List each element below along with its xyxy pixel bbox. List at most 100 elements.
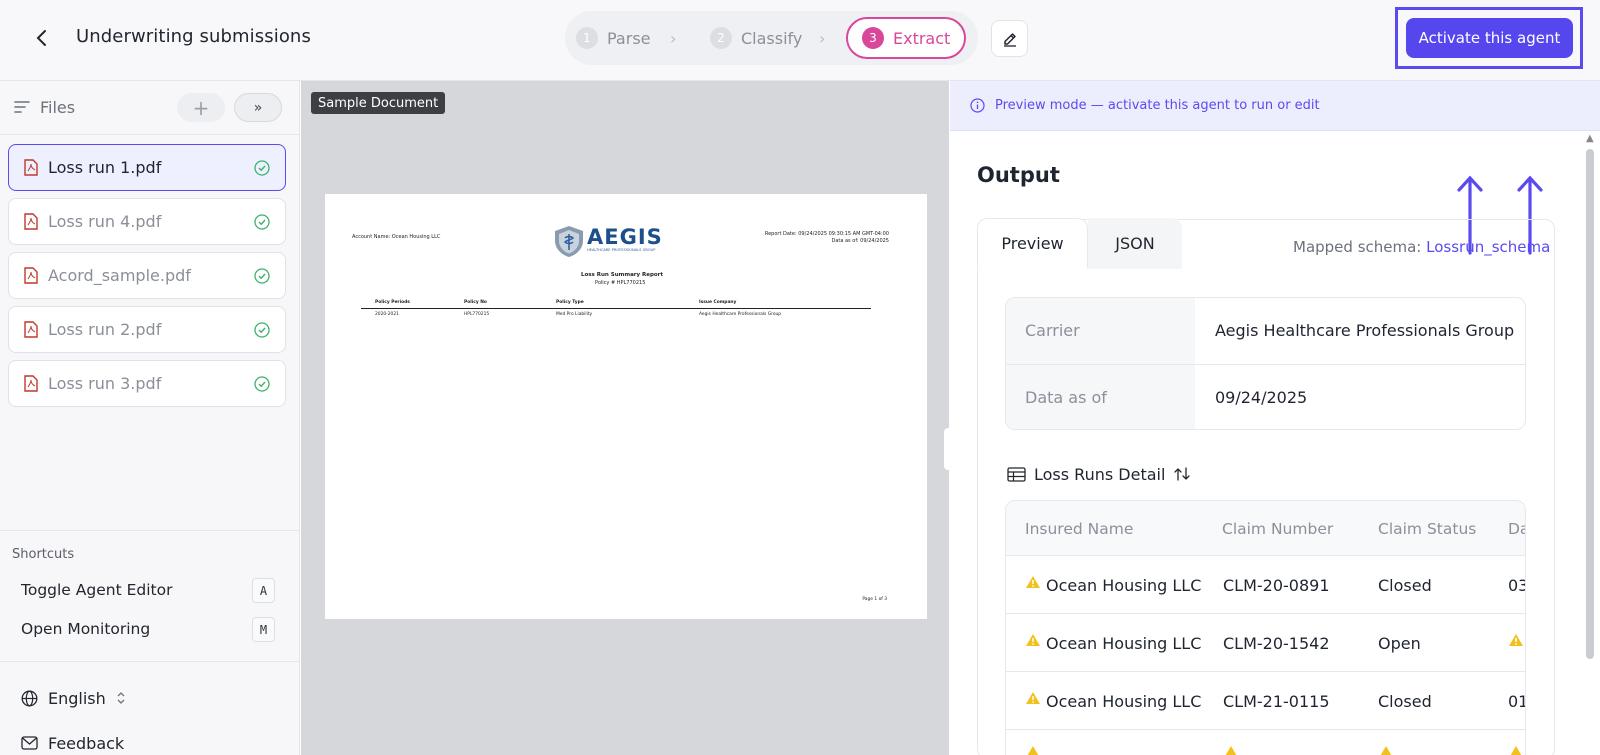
doc-table-rule: [361, 308, 871, 309]
check-circle-icon: [254, 322, 270, 338]
file-name: Loss run 3.pdf: [48, 374, 162, 393]
doc-account-name: Account Name: Ocean Housing LLC: [352, 234, 441, 240]
pencil-icon: [1003, 32, 1016, 47]
doc-report-title: Loss Run Summary Report: [581, 272, 664, 278]
schema-link[interactable]: Lossrun_schema: [1426, 238, 1550, 256]
doc-td: 2020-2021: [375, 312, 399, 317]
doc-data-as-of: Data as of: 09/24/2025: [831, 238, 889, 244]
field-value[interactable]: 09/24/2025: [1215, 388, 1307, 407]
table-row[interactable]: Ocean Housing LLC CLM-20-1542 Open: [1006, 614, 1525, 672]
table-row[interactable]: Ocean Housing LLC CLM-21-0115 Closed 01: [1006, 672, 1525, 730]
loss-runs-detail-header: Loss Runs Detail: [1007, 464, 1191, 484]
output-panel: Preview mode — activate this agent to ru…: [950, 81, 1600, 755]
pdf-file-icon: [24, 321, 38, 338]
activate-agent-button[interactable]: Activate this agent: [1406, 18, 1573, 58]
doc-logo-sub: HEALTHCARE PROFESSIONALS GROUP: [587, 248, 656, 252]
step-number: 2: [710, 27, 732, 49]
step-label: Extract: [893, 28, 951, 48]
doc-logo-text: AEGIS: [587, 225, 663, 249]
shortcut-toggle-agent-editor[interactable]: Toggle Agent Editor A: [21, 578, 275, 604]
output-title: Output: [977, 163, 1060, 187]
field-value[interactable]: Aegis Healthcare Professionals Group: [1215, 321, 1514, 340]
loss-runs-detail-title: Loss Runs Detail: [1034, 464, 1166, 484]
warning-icon: [1026, 634, 1040, 646]
cell-insured: Ocean Housing LLC: [1046, 634, 1202, 653]
file-item[interactable]: Loss run 4.pdf: [8, 198, 286, 245]
top-bar: Underwriting submissions 1 Parse › 2 Cla…: [0, 0, 1600, 81]
loss-runs-table: Insured Name Claim Number Claim Status D…: [1005, 500, 1526, 755]
doc-report-date: Report Date: 09/24/2025 09:30:15 AM GMT-…: [764, 231, 889, 237]
chevron-right-icon: ›: [670, 29, 677, 48]
shortcut-key: M: [252, 617, 275, 642]
fields-table: Carrier Aegis Healthcare Professionals G…: [1005, 297, 1526, 430]
check-circle-icon: [254, 268, 270, 284]
swap-arrows-icon[interactable]: [1173, 466, 1191, 482]
shortcuts-title: Shortcuts: [12, 547, 75, 562]
file-item[interactable]: Loss run 2.pdf: [8, 306, 286, 353]
warning-icon: [1509, 634, 1523, 646]
add-file-button[interactable]: +: [177, 93, 225, 122]
file-name: Loss run 1.pdf: [48, 158, 162, 177]
edit-button[interactable]: [991, 20, 1028, 57]
cell-claim: CLM-20-0891: [1223, 576, 1330, 595]
preview-mode-banner: Preview mode — activate this agent to ru…: [950, 81, 1600, 131]
pdf-file-icon: [24, 375, 38, 392]
mapped-schema: Mapped schema: Lossrun_schema: [1293, 238, 1550, 256]
document-tag: Sample Document: [311, 92, 446, 114]
step-number: 1: [576, 27, 598, 49]
doc-policy-line: Policy # HPL770215: [595, 280, 646, 286]
cell-insured: Ocean Housing LLC: [1046, 692, 1202, 711]
mapped-schema-prefix: Mapped schema:: [1293, 238, 1427, 256]
chevron-updown-icon: [117, 692, 125, 704]
column-header[interactable]: Insured Name: [1025, 501, 1133, 556]
column-header[interactable]: Da: [1508, 501, 1525, 556]
table-row[interactable]: [1006, 730, 1525, 755]
column-header[interactable]: Claim Status: [1378, 501, 1476, 556]
doc-th-policy-periods: Policy Periods: [375, 300, 410, 305]
step-label: Classify: [741, 28, 803, 48]
shortcut-label: Open Monitoring: [21, 620, 151, 638]
step-label: Parse: [607, 28, 651, 48]
warning-icon: [1027, 746, 1039, 755]
cell-date: 01: [1508, 692, 1525, 711]
pdf-file-icon: [24, 159, 38, 176]
language-label: English: [48, 688, 106, 708]
check-circle-icon: [254, 160, 270, 176]
tab-preview[interactable]: Preview: [977, 218, 1088, 269]
pdf-file-icon: [24, 267, 38, 284]
language-selector[interactable]: English: [21, 686, 126, 710]
document-page: Account Name: Ocean Housing LLC AEGIS HE…: [325, 194, 927, 619]
cell-insured: Ocean Housing LLC: [1046, 576, 1202, 595]
step-extract[interactable]: 3 Extract: [846, 17, 967, 59]
file-name: Loss run 2.pdf: [48, 320, 162, 339]
cell-status: Closed: [1378, 692, 1432, 711]
file-item[interactable]: Loss run 3.pdf: [8, 360, 286, 407]
file-name: Loss run 4.pdf: [48, 212, 162, 231]
cell-claim: CLM-21-0115: [1223, 692, 1330, 711]
warning-icon: [1026, 576, 1040, 588]
file-name: Acord_sample.pdf: [48, 266, 191, 285]
scroll-up-arrow-icon[interactable]: ▲: [1586, 133, 1594, 144]
step-parse[interactable]: 1 Parse: [576, 11, 651, 65]
file-item[interactable]: Acord_sample.pdf: [8, 252, 286, 299]
expand-sidebar-button[interactable]: »: [234, 93, 282, 122]
shortcut-open-monitoring[interactable]: Open Monitoring M: [21, 617, 275, 643]
cell-date: 03: [1508, 576, 1525, 595]
output-scrollbar[interactable]: [1586, 149, 1594, 659]
feedback-link[interactable]: Feedback: [21, 732, 124, 754]
check-circle-icon: [254, 214, 270, 230]
warning-icon: [1225, 746, 1237, 755]
shortcuts-section: Shortcuts Toggle Agent Editor A Open Mon…: [0, 530, 300, 662]
doc-td: Aegis Healthcare Professionals Group: [699, 312, 782, 317]
aegis-shield-logo: [555, 226, 583, 257]
chevron-right-icon: ›: [819, 29, 826, 48]
column-header[interactable]: Claim Number: [1222, 501, 1333, 556]
cell-status: Closed: [1378, 576, 1432, 595]
file-item[interactable]: Loss run 1.pdf: [8, 144, 286, 191]
table-row[interactable]: Ocean Housing LLC CLM-20-0891 Closed 03: [1006, 556, 1525, 614]
doc-page-label: Page 1 of 3: [862, 597, 887, 602]
back-button[interactable]: [28, 24, 56, 52]
field-key: Carrier: [1006, 298, 1195, 364]
tab-json[interactable]: JSON: [1088, 218, 1182, 269]
step-classify[interactable]: 2 Classify: [710, 11, 802, 65]
